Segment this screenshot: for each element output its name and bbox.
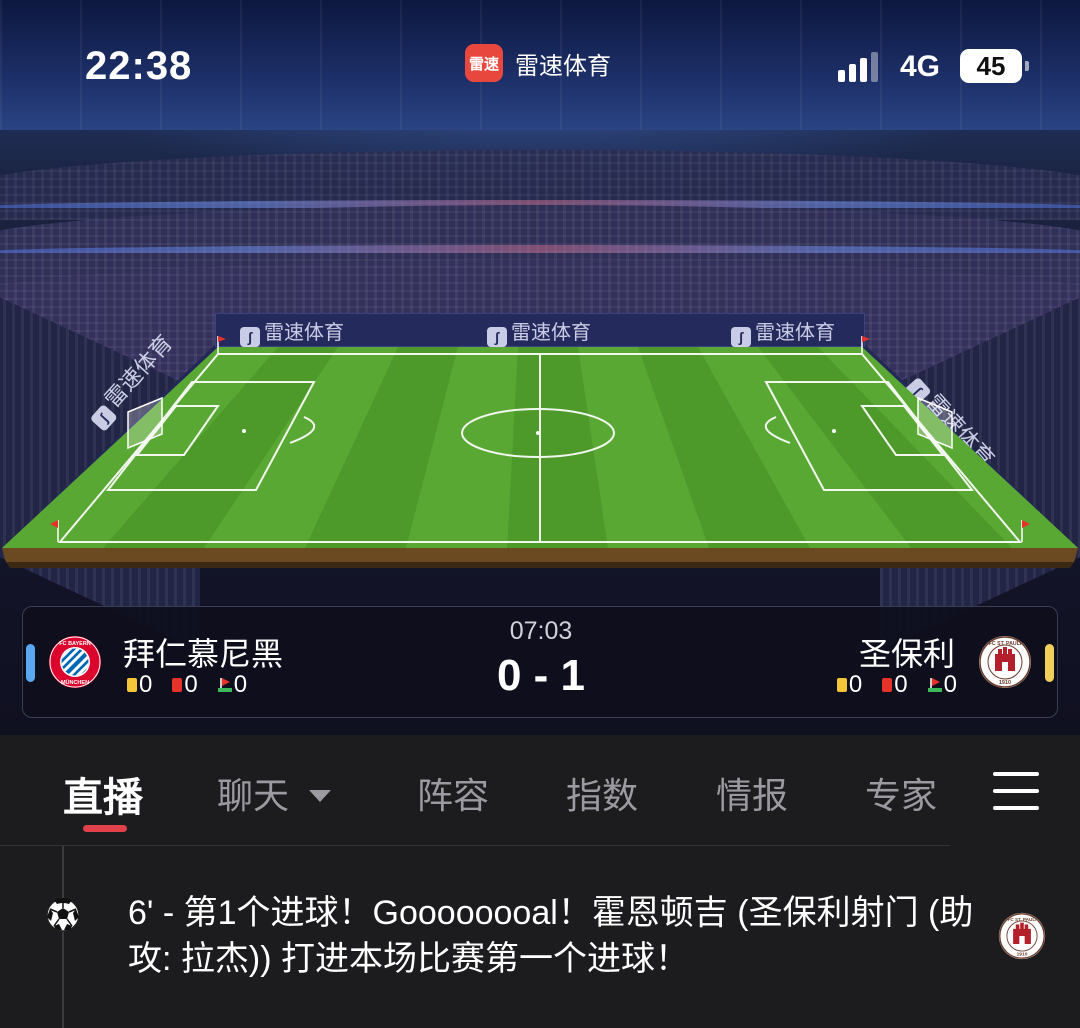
tab-chat-label: 聊天 (217, 775, 290, 816)
away-yellow-count: 0 (848, 671, 863, 698)
signal-strength-icon (838, 52, 878, 82)
yellow-card-icon (836, 678, 847, 692)
tab-intel[interactable]: 情报 (716, 767, 788, 819)
st-pauli-crest-icon: FC ST. PAULI 1910 (998, 912, 1046, 960)
svg-text:FC ST. PAULI: FC ST. PAULI (989, 641, 1022, 647)
network-type: 4G (900, 50, 941, 83)
corner-flag-icon (927, 678, 942, 692)
tab-bar: 直播 聊天 阵容 指数 情报 专家 (0, 735, 1080, 845)
soccer-ball-icon (46, 898, 80, 932)
status-time: 22:38 (85, 44, 193, 88)
away-corner-count: 0 (943, 671, 957, 698)
menu-icon[interactable] (993, 772, 1039, 810)
pitch-edge (2, 548, 1078, 562)
feed-event-text: 6' - 第1个进球！Goooooooal！霍恩顿吉 (圣保利射门 (助攻: 拉… (128, 894, 974, 978)
away-red-cards: 0 (882, 671, 908, 699)
battery-icon: 45 (960, 49, 1029, 83)
tab-expert[interactable]: 专家 (865, 767, 937, 819)
tab-chat[interactable]: 聊天 (217, 767, 332, 819)
tab-lineup[interactable]: 阵容 (417, 767, 489, 819)
pitch-edge-shadow (6, 562, 1074, 568)
stand-light-ring-2 (0, 245, 1080, 253)
tab-live[interactable]: 直播 (63, 765, 143, 823)
score-panel: FC BAYERN MÜNCHEN 拜仁慕尼黑 0 0 0 07:03 0 - … (22, 606, 1058, 718)
app-name: 雷速体育 (515, 52, 611, 80)
svg-text:1910: 1910 (999, 680, 1011, 686)
tab-divider (0, 845, 950, 846)
away-team-name[interactable]: 圣保利 (859, 629, 955, 675)
red-card-icon (882, 678, 893, 692)
away-red-count: 0 (894, 671, 908, 698)
app-logo-icon: 雷速 (465, 44, 503, 82)
football-pitch (2, 336, 1078, 568)
active-tab-indicator (83, 825, 127, 832)
away-corners: 0 (927, 671, 957, 699)
away-team-color-bar (1045, 644, 1054, 682)
feed-timeline (62, 846, 64, 1028)
svg-text:1910: 1910 (1017, 952, 1028, 958)
away-yellow-cards: 0 (836, 671, 863, 699)
svg-text:FC ST. PAULI: FC ST. PAULI (1008, 917, 1037, 922)
tab-odds[interactable]: 指数 (566, 767, 638, 819)
chevron-down-icon (309, 790, 332, 802)
away-team-stats: 0 0 0 (836, 671, 957, 699)
st-pauli-crest-icon[interactable]: FC ST. PAULI 1910 (978, 635, 1032, 689)
app-badge: 雷速 雷速体育 (465, 44, 611, 82)
